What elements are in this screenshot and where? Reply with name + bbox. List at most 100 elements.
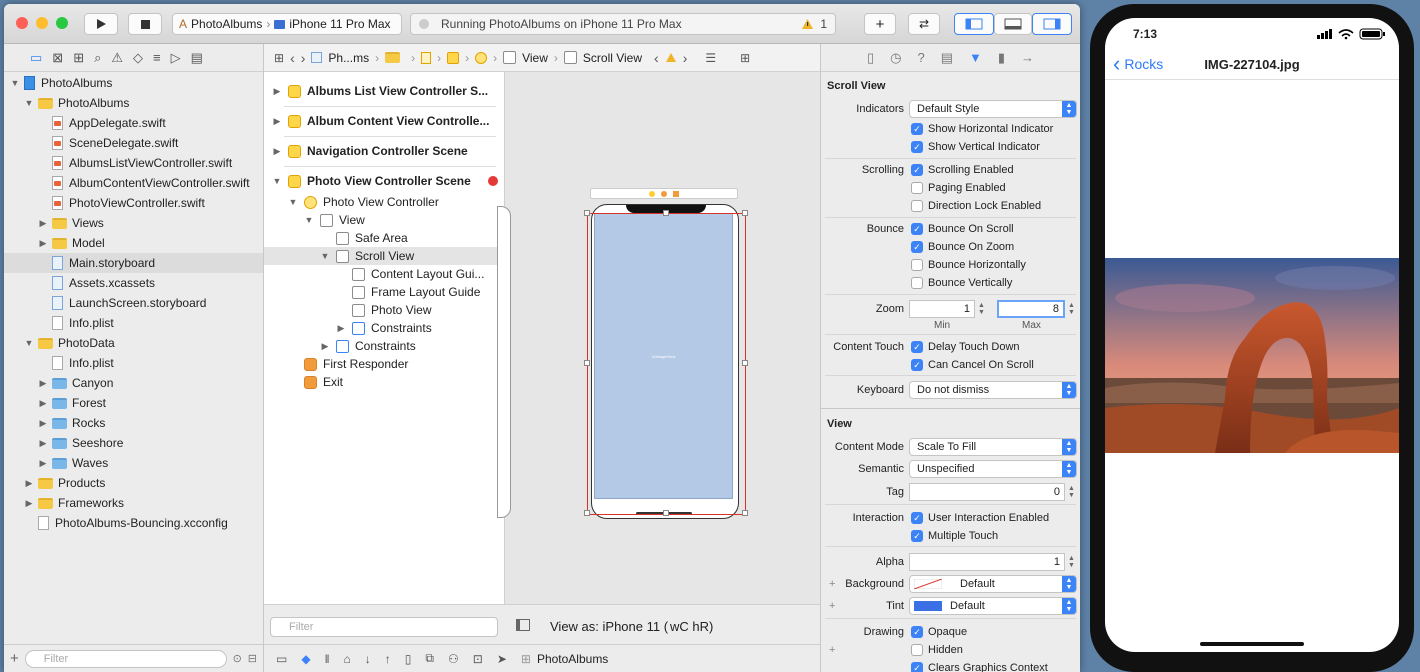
source-control-icon[interactable]: ⊠ [52,50,63,66]
minimize-window-button[interactable] [36,17,48,29]
vc-crumb-icon[interactable] [475,51,488,64]
file-inspector-icon[interactable]: ▯ [867,50,874,66]
back-arrow-icon[interactable]: ‹ [290,50,295,66]
disclosure-closed-icon[interactable]: ▶ [38,398,48,409]
align-icon[interactable]: ⧉ [425,651,434,666]
warning-icon[interactable] [801,18,814,30]
navigator-item[interactable]: AlbumsListViewController.swift [4,153,263,173]
outline-scene[interactable]: ▶ Albums List View Controller S... [264,82,504,107]
disclosure-closed-icon[interactable]: ▶ [272,146,282,157]
view-as-device[interactable]: View as: iPhone 11 ( wC hR) [550,619,713,634]
identity-inspector-icon[interactable]: ▤ [941,50,953,66]
outline-item[interactable]: ▼ Photo View Controller [264,193,504,211]
connections-inspector-icon[interactable]: → [1021,50,1034,65]
photo-image[interactable] [1105,258,1399,453]
up-arrow-icon[interactable]: ↑ [385,652,391,666]
navigator-item[interactable]: ▶ Seeshore [4,433,263,453]
file-crumb-icon[interactable] [421,51,432,64]
outline-item[interactable]: Photo View [264,301,504,319]
disclosure-closed-icon[interactable]: ▶ [272,86,282,97]
outline-scene[interactable]: ▼ Photo View Controller Scene [264,172,504,190]
outline-item[interactable]: ▼ Scroll View [264,247,504,265]
resize-handle[interactable] [663,510,669,516]
disclosure-closed-icon[interactable]: ▶ [24,498,34,509]
disclosure-closed-icon[interactable]: ▶ [24,478,34,489]
zoom-max-stepper[interactable]: ▲ ▼ [1068,302,1075,316]
delay-touch-down-checkbox[interactable]: ✓ Delay Touch Down [911,341,1020,353]
navigator-filter-input[interactable]: Filter [24,649,227,668]
run-button[interactable] [84,13,118,35]
direction-lock-checkbox[interactable]: Direction Lock Enabled [911,200,1041,212]
disclosure-open-icon[interactable]: ▼ [304,215,314,225]
alpha-stepper[interactable]: ▲ ▼ [1068,555,1075,569]
disclosure-open-icon[interactable]: ▼ [320,251,330,261]
code-review-button[interactable]: ⇄ [908,13,940,35]
disclosure-closed-icon[interactable]: ▶ [272,116,282,127]
close-window-button[interactable] [16,17,28,29]
scene-crumb-icon[interactable] [447,51,460,64]
down-arrow-icon[interactable]: ↓ [365,652,371,666]
storyboard-canvas[interactable]: UIImageView [497,72,820,604]
resize-handle[interactable] [584,210,590,216]
navigator-item[interactable]: ▶ Frameworks [4,493,263,513]
toggle-debug-area-button[interactable] [994,13,1032,35]
navigator-item[interactable]: SceneDelegate.swift [4,133,263,153]
plus-icon[interactable]: + [829,644,835,656]
scrolling-enabled-checkbox[interactable]: ✓ Scrolling Enabled [911,164,1014,176]
navigator-item[interactable]: ▶ Forest [4,393,263,413]
navigator-item[interactable]: ▶ Products [4,473,263,493]
toggle-inspector-button[interactable] [1032,13,1072,35]
outline-item[interactable]: Exit [264,373,504,391]
disclosure-closed-icon[interactable]: ▶ [320,341,330,352]
navigator-item[interactable]: ▶ Canyon [4,373,263,393]
tag-stepper[interactable]: ▲ ▼ [1068,485,1075,499]
folder-icon[interactable]: ▭ [30,50,42,66]
navigator-item[interactable]: ▶ Views [4,213,263,233]
hidden-checkbox[interactable]: Hidden [911,644,963,656]
size-inspector-icon[interactable]: ▮ [998,50,1005,66]
navigator-item[interactable]: PhotoViewController.swift [4,193,263,213]
vc-dock-icon[interactable] [649,190,655,197]
report-icon[interactable]: ▤ [191,50,203,66]
disclosure-closed-icon[interactable]: ▶ [38,458,48,469]
disclosure-open-icon[interactable]: ▼ [24,98,34,108]
disclosure-open-icon[interactable]: ▼ [10,78,20,88]
stop-button[interactable] [128,13,162,35]
disclosure-closed-icon[interactable]: ▶ [38,218,48,229]
plus-icon[interactable]: + [829,578,835,590]
resize-handle[interactable] [742,210,748,216]
navigator-item[interactable]: ▼ PhotoAlbums [4,93,263,113]
zoom-window-button[interactable] [56,17,68,29]
disclosure-open-icon[interactable]: ▼ [24,338,34,348]
semantic-select[interactable]: Unspecified ▲ ▼ [909,460,1077,478]
navigator-item[interactable]: PhotoAlbums-Bouncing.xcconfig [4,513,263,533]
outline-item[interactable]: ▼ View [264,211,504,229]
bottom-scheme-label[interactable]: PhotoAlbums [537,652,608,666]
outline-filter-input[interactable]: Filter [270,617,498,637]
user-interaction-checkbox[interactable]: ✓ User Interaction Enabled [911,512,1049,524]
outline-item[interactable]: Safe Area [264,229,504,247]
content-mode-select[interactable]: Scale To Fill ▲ ▼ [909,438,1077,456]
tag-icon[interactable]: ◆ [301,652,310,666]
navigator-item[interactable]: Main.storyboard [4,253,263,273]
symbol-icon[interactable]: ⊞ [73,50,84,66]
bounce-on-zoom-checkbox[interactable]: ✓ Bounce On Zoom [911,241,1014,253]
bounce-vertically-checkbox[interactable]: Bounce Vertically [911,277,1012,289]
forward-arrow-icon[interactable]: › [301,50,306,66]
navigator-item[interactable]: ▼ PhotoAlbums [4,73,263,93]
breakpoint-icon[interactable]: ▷ [171,50,181,66]
resize-handle[interactable] [663,210,669,216]
navigator-item[interactable]: AppDelegate.swift [4,113,263,133]
clears-graphics-checkbox[interactable]: ✓ Clears Graphics Context [911,662,1048,672]
multiple-touch-checkbox[interactable]: ✓ Multiple Touch [911,530,998,542]
issue-forward-icon[interactable]: › [683,50,688,66]
disclosure-closed-icon[interactable]: ▶ [38,418,48,429]
add-editor-icon[interactable]: ⊞ [740,51,750,65]
disclosure-open-icon[interactable]: ▼ [272,176,282,186]
outline-item[interactable]: ▶ Constraints [264,319,504,337]
device-config-icon[interactable]: ▭ [276,652,287,666]
crumb-project[interactable]: Ph...ms [328,51,369,65]
related-items-icon[interactable]: ⊞ [274,51,284,65]
show-vertical-checkbox[interactable]: ✓ Show Vertical Indicator [911,141,1040,153]
tag-field[interactable]: 0 [909,483,1065,501]
